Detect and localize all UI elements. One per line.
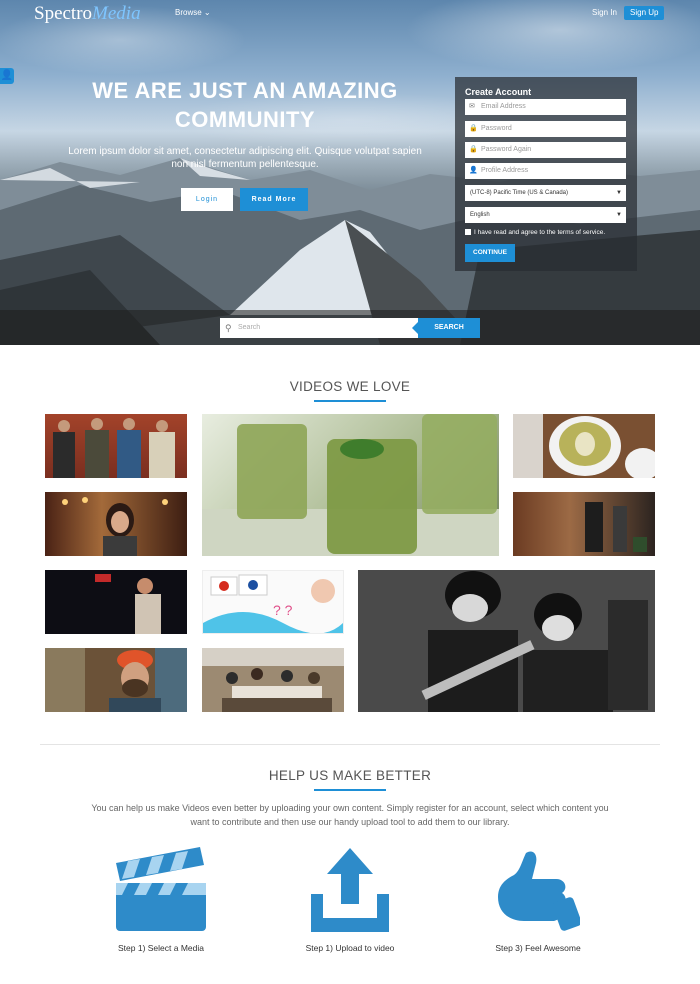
svg-text:? ?: ? ? <box>273 602 293 618</box>
carousel-thumbnail <box>62 497 168 556</box>
video-tile-flags[interactable]: ? ? <box>202 570 344 634</box>
step-label-feel-awesome: Step 3) Feel Awesome <box>495 943 581 953</box>
band-thumbnail <box>53 418 175 478</box>
help-heading: HELP US MAKE BETTER <box>268 768 432 783</box>
site-logo[interactable]: SpectroMedia <box>34 3 141 25</box>
user-icon: 👤 <box>469 167 478 174</box>
login-button[interactable]: Login <box>181 188 233 211</box>
search-input[interactable]: ⚲ Search <box>220 318 418 338</box>
email-field[interactable]: ✉ Email Address <box>465 99 626 115</box>
performer-thumbnail <box>95 574 161 634</box>
password-again-field[interactable]: 🔒 Password Again <box>465 142 626 158</box>
section-divider <box>40 744 660 745</box>
lock-icon: 🔒 <box>469 125 478 132</box>
browse-menu[interactable]: Browse ⌄ <box>175 8 211 17</box>
continue-button[interactable]: CONTINUE <box>465 244 515 262</box>
beatles-thumbnail <box>358 570 655 712</box>
chevron-down-icon: ⌄ <box>203 8 211 17</box>
read-more-button[interactable]: Read More <box>240 188 308 211</box>
language-select[interactable]: English ▼ <box>465 207 626 223</box>
video-tile-bearded-man[interactable] <box>45 648 187 712</box>
flags-thumbnail: ? ? <box>203 574 343 633</box>
video-tile-performer[interactable] <box>45 570 187 634</box>
search-icon: ⚲ <box>225 323 232 333</box>
videos-heading: VIDEOS WE LOVE <box>289 379 411 394</box>
hero-title: WE ARE JUST AN AMAZING COMMUNITY <box>92 78 398 132</box>
thumbs-up-icon[interactable] <box>496 849 580 931</box>
hero-subtitle: Lorem ipsum dolor sit amet, consectetur … <box>68 146 422 170</box>
terms-checkbox[interactable] <box>465 229 471 235</box>
lock-icon: 🔒 <box>469 146 478 153</box>
timezone-select[interactable]: (UTC-8) Pacific Time (US & Canada) ▼ <box>465 185 626 201</box>
caret-down-icon: ▼ <box>616 212 622 218</box>
form-title: Create Account <box>465 87 532 97</box>
create-account-form: Create Account ✉ Email Address 🔒 Password … <box>455 77 637 271</box>
caret-down-icon: ▼ <box>616 190 622 196</box>
smoothies-thumbnail <box>202 414 499 556</box>
clapperboard-icon[interactable] <box>114 845 208 933</box>
video-tile-beatles[interactable] <box>358 570 655 712</box>
terms-link[interactable]: terms of service. <box>558 229 606 236</box>
latte-thumbnail <box>513 414 655 478</box>
bearded-man-thumbnail <box>45 648 187 712</box>
envelope-icon: ✉ <box>469 103 475 110</box>
video-tile-smoothies[interactable] <box>202 414 499 556</box>
heading-underline <box>314 789 386 791</box>
video-tile-group-dinner[interactable] <box>202 648 344 712</box>
step-label-select-media: Step 1) Select a Media <box>118 943 204 953</box>
video-tile-band[interactable] <box>45 414 187 478</box>
group-dinner-thumbnail <box>202 648 344 712</box>
upload-icon[interactable] <box>311 848 389 932</box>
user-icon[interactable]: 👤 <box>0 68 14 84</box>
terms-checkbox-row[interactable]: I have read and agree to the terms of se… <box>465 229 605 236</box>
sign-in-link[interactable]: Sign In <box>592 8 617 17</box>
profile-address-field[interactable]: 👤 Profile Address <box>465 163 626 179</box>
password-field[interactable]: 🔒 Password <box>465 121 626 137</box>
sign-up-button[interactable]: Sign Up <box>624 6 665 20</box>
video-tile-latte[interactable] <box>513 414 655 478</box>
help-description: You can help us make Videos even better … <box>91 803 609 827</box>
video-tile-carousel[interactable] <box>45 492 187 556</box>
video-tile-beer-tap[interactable] <box>513 492 655 556</box>
step-label-upload: Step 1) Upload to video <box>305 943 395 953</box>
beer-tap-thumbnail <box>585 502 647 552</box>
search-button[interactable]: SEARCH <box>412 318 480 338</box>
heading-underline <box>314 400 386 402</box>
